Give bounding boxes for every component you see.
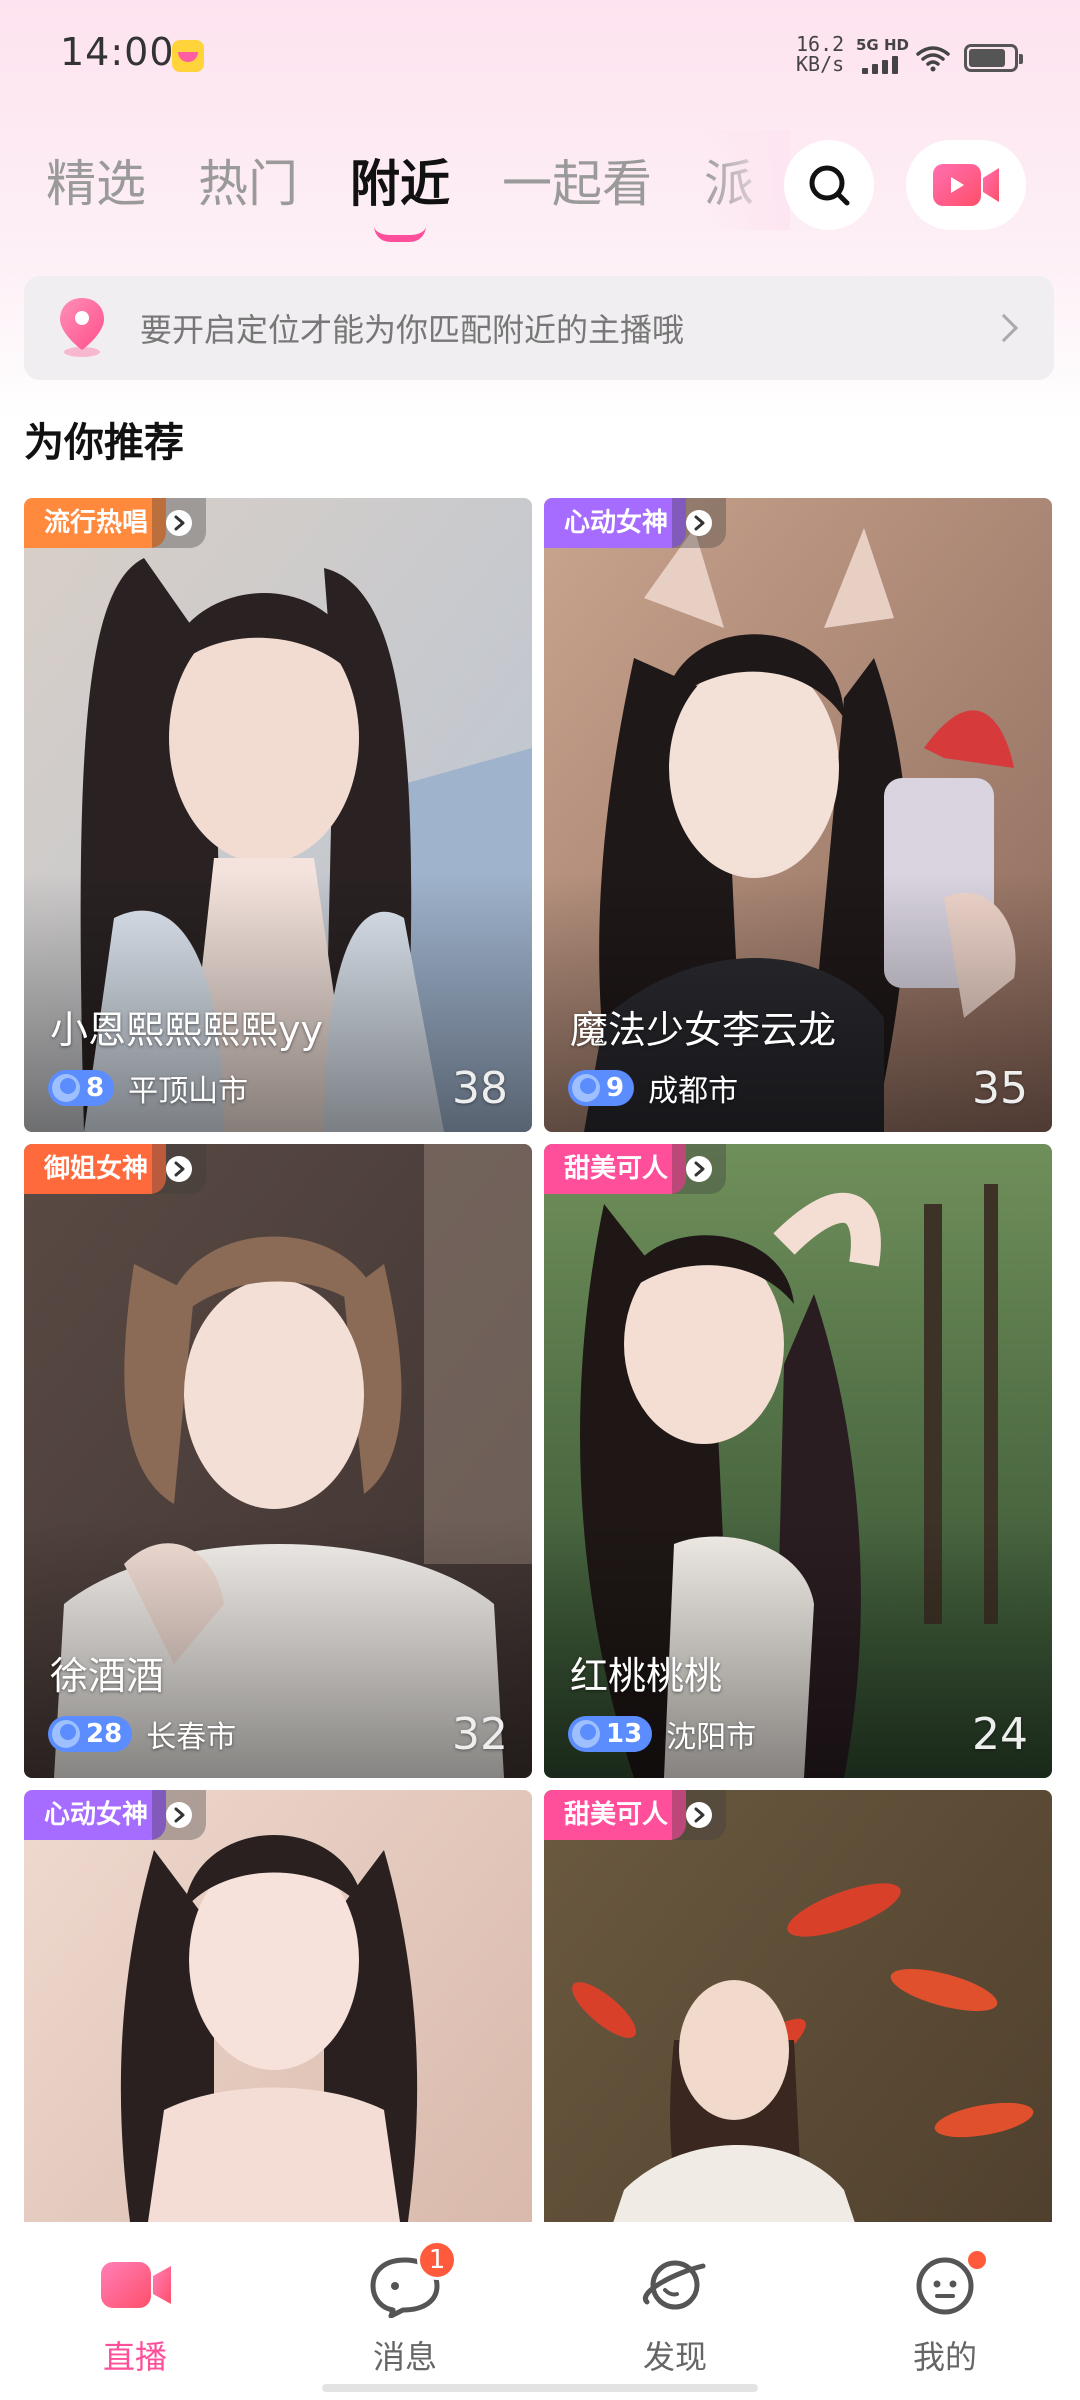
play-circle-icon bbox=[672, 498, 727, 548]
category-tag-label: 御姐女神 bbox=[24, 1144, 167, 1194]
chevron-right-icon bbox=[989, 313, 1019, 343]
streamer-name: 魔法少女李云龙 bbox=[570, 1008, 837, 1052]
network-speed-value: 16.2 bbox=[796, 32, 845, 56]
moon-icon bbox=[572, 1074, 600, 1102]
location-pin-icon bbox=[60, 298, 104, 357]
category-tag[interactable]: 御姐女神 bbox=[24, 1144, 207, 1194]
live-camera-icon bbox=[101, 2262, 171, 2308]
streamer-card[interactable]: 流行热唱 小恩熙熙熙熙yy 8 平顶山市 38 bbox=[24, 498, 532, 1132]
status-time: 14:00 bbox=[60, 30, 175, 74]
battery-icon bbox=[964, 44, 1023, 72]
level-value: 9 bbox=[606, 1073, 625, 1103]
notification-dot bbox=[965, 2248, 989, 2272]
location-banner-text: 要开启定位才能为你匹配附近的主播哦 bbox=[140, 311, 685, 349]
play-circle-icon bbox=[672, 1790, 727, 1840]
nav-profile-label: 我的 bbox=[912, 2338, 977, 2376]
level-badge: 13 bbox=[568, 1716, 653, 1752]
play-circle-icon bbox=[152, 498, 207, 548]
active-tab-indicator bbox=[374, 226, 426, 242]
streamer-city: 平顶山市 bbox=[128, 1074, 249, 1109]
network-speed: 16.2 KB/s bbox=[796, 34, 844, 74]
category-tag[interactable]: 心动女神 bbox=[544, 498, 727, 548]
streamer-meta: 28 长春市 bbox=[48, 1712, 236, 1756]
category-tag[interactable]: 甜美可人 bbox=[544, 1144, 727, 1194]
streamer-meta: 13 沈阳市 bbox=[568, 1712, 756, 1756]
unread-badge: 1 bbox=[417, 2240, 457, 2280]
nav-messages[interactable]: 1 消息 bbox=[270, 2222, 540, 2400]
tab-featured[interactable]: 精选 bbox=[46, 144, 146, 216]
level-value: 8 bbox=[86, 1073, 105, 1103]
tab-nearby-label: 附近 bbox=[350, 155, 450, 213]
planet-icon bbox=[642, 2260, 706, 2310]
viewer-count: 38 bbox=[452, 1063, 508, 1114]
video-camera-icon bbox=[933, 164, 999, 206]
section-title: 为你推荐 bbox=[24, 420, 184, 466]
viewer-count: 32 bbox=[452, 1709, 508, 1760]
nav-live[interactable]: 直播 bbox=[0, 2222, 270, 2400]
level-value: 13 bbox=[606, 1719, 643, 1749]
moon-icon bbox=[52, 1720, 80, 1748]
streamer-city: 成都市 bbox=[648, 1074, 739, 1109]
streamer-city: 沈阳市 bbox=[666, 1720, 757, 1755]
category-tag[interactable]: 甜美可人 bbox=[544, 1790, 727, 1840]
network-type: 5G HD bbox=[856, 36, 909, 54]
nav-discover-label: 发现 bbox=[642, 2338, 707, 2376]
tabs-fade bbox=[700, 130, 790, 230]
bottom-nav: 直播 1 消息 发现 我的 bbox=[0, 2222, 1080, 2400]
nav-discover[interactable]: 发现 bbox=[540, 2222, 810, 2400]
level-badge: 8 bbox=[48, 1070, 115, 1106]
category-tag-label: 流行热唱 bbox=[24, 498, 167, 548]
viewer-count: 24 bbox=[972, 1709, 1028, 1760]
streamer-meta: 8 平顶山市 bbox=[48, 1066, 248, 1110]
streamer-name: 红桃桃桃 bbox=[570, 1654, 723, 1698]
tab-nearby[interactable]: 附近 bbox=[350, 144, 450, 242]
streamer-card[interactable]: 心动女神 魔法少女李云龙 9 成都市 35 bbox=[544, 498, 1052, 1132]
search-icon bbox=[809, 165, 850, 206]
home-indicator[interactable] bbox=[322, 2384, 758, 2392]
streamer-name: 小恩熙熙熙熙yy bbox=[50, 1008, 323, 1052]
streamer-meta: 9 成都市 bbox=[568, 1066, 738, 1110]
play-circle-icon bbox=[152, 1144, 207, 1194]
moon-icon bbox=[52, 1074, 80, 1102]
streamer-card[interactable]: 甜美可人 红桃桃桃 13 沈阳市 24 bbox=[544, 1144, 1052, 1778]
category-tag-label: 心动女神 bbox=[544, 498, 687, 548]
wifi-icon bbox=[916, 46, 950, 72]
streamer-card[interactable]: 御姐女神 徐酒酒 28 长春市 32 bbox=[24, 1144, 532, 1778]
status-bar: 14:00 16.2 KB/s 5G HD bbox=[0, 0, 1080, 110]
tab-hot[interactable]: 热门 bbox=[198, 144, 298, 216]
category-tag[interactable]: 心动女神 bbox=[24, 1790, 207, 1840]
location-permission-banner[interactable]: 要开启定位才能为你匹配附近的主播哦 bbox=[24, 276, 1054, 380]
top-tabs: 精选 热门 附近 一起看 派 bbox=[46, 140, 806, 242]
category-tag[interactable]: 流行热唱 bbox=[24, 498, 207, 548]
nav-live-label: 直播 bbox=[102, 2338, 167, 2376]
level-badge: 9 bbox=[568, 1070, 635, 1106]
category-tag-label: 心动女神 bbox=[24, 1790, 167, 1840]
moon-icon bbox=[572, 1720, 600, 1748]
play-circle-icon bbox=[672, 1144, 727, 1194]
streamer-name: 徐酒酒 bbox=[50, 1654, 165, 1698]
level-value: 28 bbox=[86, 1719, 123, 1749]
app-notification-icon bbox=[172, 40, 204, 72]
nav-profile[interactable]: 我的 bbox=[810, 2222, 1080, 2400]
level-badge: 28 bbox=[48, 1716, 133, 1752]
category-tag-label: 甜美可人 bbox=[544, 1790, 687, 1840]
start-live-button[interactable] bbox=[906, 140, 1026, 230]
tab-watch-together[interactable]: 一起看 bbox=[502, 144, 652, 216]
play-circle-icon bbox=[152, 1790, 207, 1840]
network-speed-unit: KB/s bbox=[796, 52, 845, 76]
streamer-city: 长春市 bbox=[146, 1720, 237, 1755]
category-tag-label: 甜美可人 bbox=[544, 1144, 687, 1194]
signal-icon bbox=[862, 56, 902, 74]
viewer-count: 35 bbox=[972, 1063, 1028, 1114]
search-button[interactable] bbox=[784, 140, 874, 230]
nav-messages-label: 消息 bbox=[372, 2338, 437, 2376]
